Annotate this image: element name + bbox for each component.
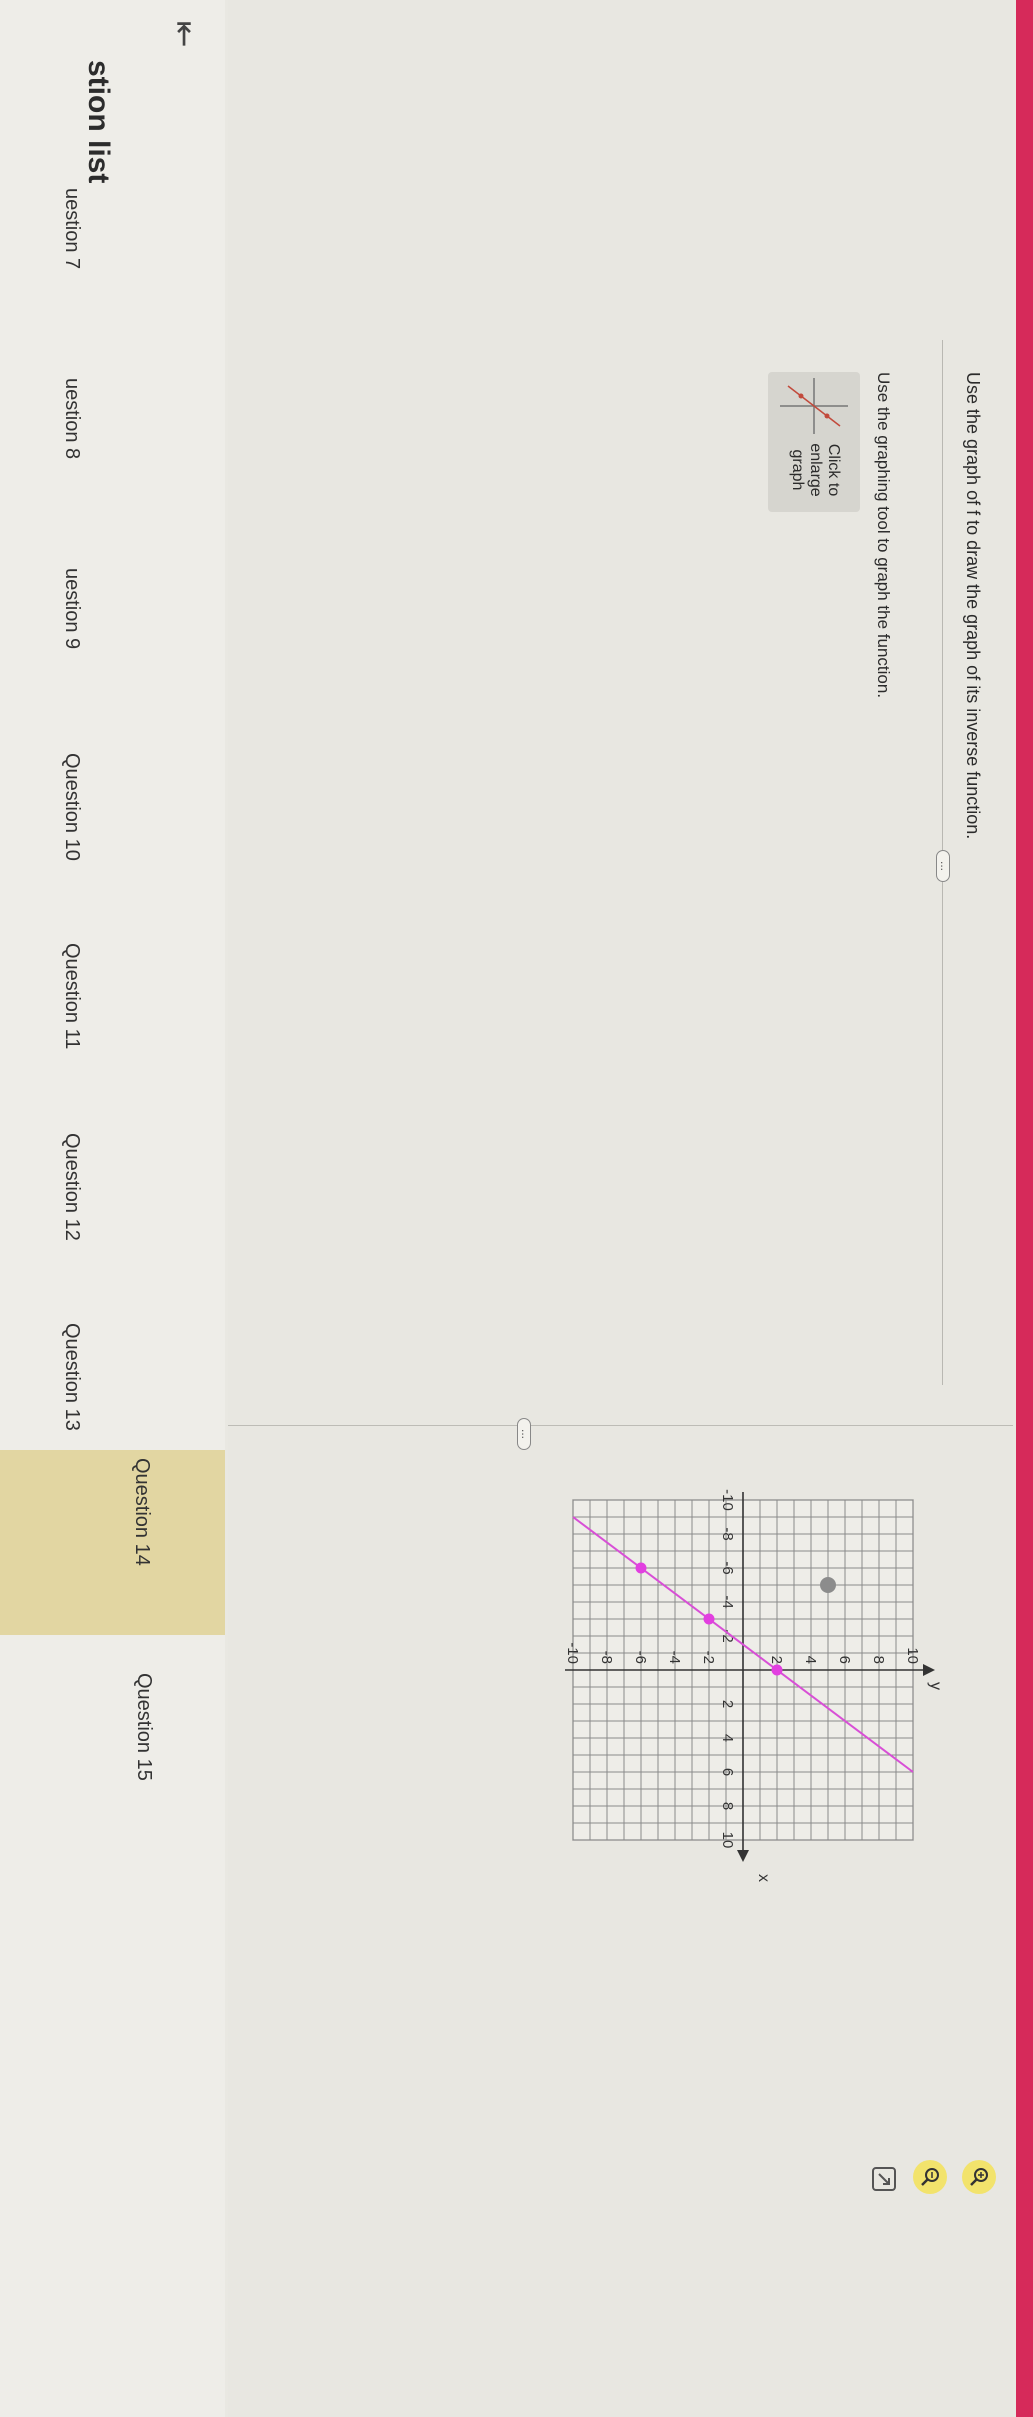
- enlarge-graph-button[interactable]: Click to enlarge graph: [768, 372, 860, 512]
- x-tick-label: -4: [719, 1595, 736, 1608]
- sidebar-item-label: Question 12: [61, 1133, 83, 1241]
- sidebar-item-label: uestion 7: [61, 188, 83, 270]
- more-button[interactable]: ...: [936, 850, 952, 882]
- sidebar-item-question-11[interactable]: Question 11: [0, 935, 225, 1065]
- sidebar-item-label: Question 14: [131, 1458, 153, 1566]
- function-point: [771, 1664, 783, 1676]
- y-tick-label: 10: [904, 1647, 921, 1664]
- y-tick-label: 4: [802, 1656, 819, 1664]
- y-tick-label: -2: [700, 1651, 717, 1664]
- instruction-text: Use the graphing tool to graph the funct…: [874, 372, 893, 699]
- function-point: [635, 1562, 647, 1574]
- x-axis-label: x: [755, 1874, 772, 1882]
- question-prompt: Use the graph of f to draw the graph of …: [963, 372, 983, 840]
- y-tick-label: 6: [836, 1656, 853, 1664]
- sidebar-item-question-9[interactable]: uestion 9: [0, 560, 225, 690]
- x-tick-label: 6: [719, 1768, 736, 1776]
- x-tick-label: -8: [719, 1527, 736, 1540]
- x-tick-label: 10: [719, 1832, 736, 1849]
- question-list-sidebar: ⇤ stion list uestion 7 uestion 8 uestion…: [0, 0, 225, 2417]
- y-tick-label: -10: [564, 1642, 581, 1664]
- function-point: [703, 1613, 715, 1625]
- y-tick-label: 2: [768, 1656, 785, 1664]
- y-axis-label: y: [927, 1682, 944, 1690]
- x-tick-label: -6: [719, 1561, 736, 1574]
- graph-area[interactable]: x y -10 -8 -6 -4 -2 2 4 6 8 10 10 8 6 4 2 -2 -4 -6 -8 -10: [248, 1460, 953, 2160]
- x-tick-label: -10: [719, 1489, 736, 1511]
- sidebar-item-question-7[interactable]: uestion 7: [0, 180, 225, 310]
- accent-bar: [1016, 0, 1033, 2417]
- more-button[interactable]: ...: [517, 1418, 533, 1450]
- sidebar-item-label: Question 15: [133, 1673, 155, 1781]
- expand-icon[interactable]: [870, 2165, 898, 2193]
- question-panel: Use the graph of f to draw the graph of …: [228, 0, 1013, 2417]
- divider: [228, 1425, 1013, 1426]
- gray-point: [820, 1577, 836, 1593]
- sidebar-item-label: Question 13: [61, 1323, 83, 1431]
- y-tick-label: -8: [598, 1651, 615, 1664]
- y-axis-arrow: [923, 1664, 935, 1676]
- question-list-title: stion list: [82, 60, 115, 184]
- sidebar-item-label: Question 10: [61, 753, 83, 861]
- graph-thumbnail-icon: [780, 378, 848, 434]
- x-axis-arrow: [737, 1850, 749, 1862]
- zoom-out-icon[interactable]: [913, 2160, 947, 2194]
- sidebar-item-question-13[interactable]: Question 13: [0, 1315, 225, 1445]
- x-tick-label: 4: [719, 1734, 736, 1742]
- sidebar-item-label: uestion 9: [61, 568, 83, 650]
- y-tick-label: 8: [870, 1656, 887, 1664]
- zoom-in-icon[interactable]: [962, 2160, 996, 2194]
- sidebar-item-question-12[interactable]: Question 12: [0, 1125, 225, 1255]
- x-tick-label: -2: [719, 1629, 736, 1642]
- sidebar-item-label: Question 11: [61, 943, 83, 1050]
- enlarge-graph-label: Click to enlarge graph: [789, 443, 842, 497]
- graph-canvas[interactable]: x y -10 -8 -6 -4 -2 2 4 6 8 10 10 8 6 4 2 -2 -4 -6 -8 -10: [253, 1460, 953, 2160]
- x-tick-label: 2: [719, 1700, 736, 1708]
- sidebar-item-question-14[interactable]: Question 14: [0, 1450, 225, 1635]
- x-tick-label: 8: [719, 1802, 736, 1810]
- sidebar-item-question-8[interactable]: uestion 8: [0, 370, 225, 500]
- sidebar-item-question-15[interactable]: Question 15: [0, 1665, 225, 1795]
- collapse-left-icon[interactable]: ⇤: [165, 12, 205, 56]
- sidebar-item-question-10[interactable]: Question 10: [0, 745, 225, 875]
- y-tick-label: -4: [666, 1651, 683, 1664]
- y-tick-label: -6: [632, 1651, 649, 1664]
- sidebar-item-label: uestion 8: [61, 378, 83, 460]
